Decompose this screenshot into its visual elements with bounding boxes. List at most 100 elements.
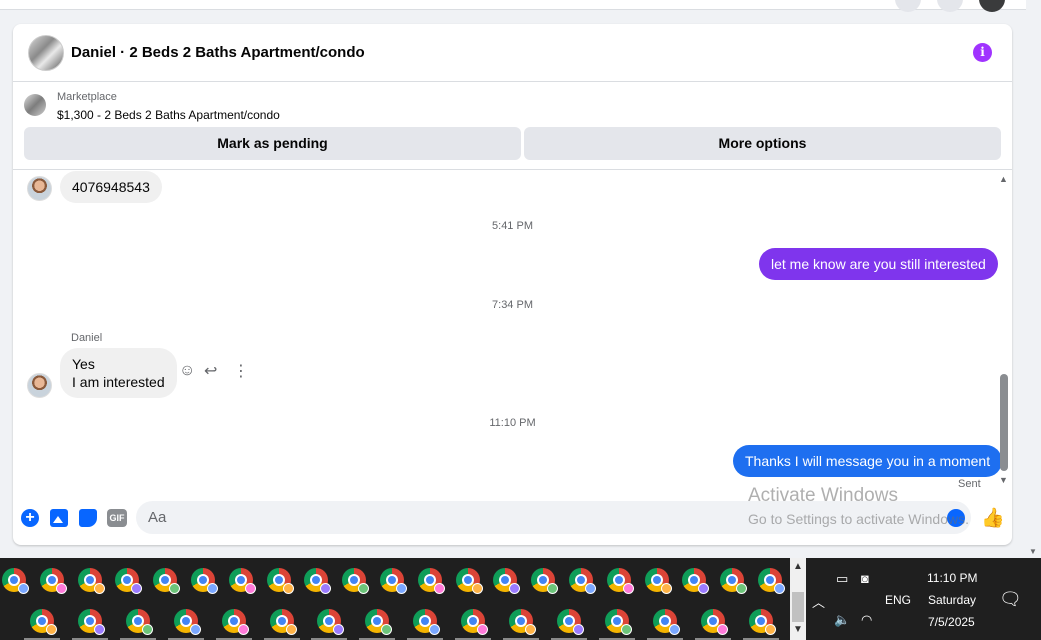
chrome-app-icon[interactable]: [30, 609, 57, 635]
more-actions-icon[interactable]: ⋮: [233, 361, 249, 381]
chrome-app-icon[interactable]: [77, 609, 105, 635]
sender-avatar[interactable]: [27, 373, 52, 398]
chrome-app-icon[interactable]: [153, 568, 181, 594]
chrome-app-icon[interactable]: [455, 568, 483, 594]
message-input[interactable]: [136, 501, 971, 534]
battery-icon[interactable]: ▭: [836, 571, 848, 587]
sender-avatar[interactable]: [27, 176, 52, 201]
scroll-up-arrow-icon[interactable]: ▲: [793, 561, 803, 572]
profile-badge-icon: [774, 583, 785, 594]
info-icon[interactable]: i: [973, 43, 992, 62]
chrome-app-icon[interactable]: [413, 609, 441, 635]
plus-icon[interactable]: +: [21, 509, 39, 527]
chrome-app-icon[interactable]: [748, 609, 776, 635]
clock-day[interactable]: Saturday: [928, 593, 976, 607]
chrome-app-icon[interactable]: [317, 609, 345, 635]
scroll-down-arrow-icon[interactable]: ▼: [1029, 547, 1037, 556]
chrome-app-icon[interactable]: [269, 609, 297, 635]
message-line: I am interested: [72, 374, 165, 390]
chrome-app-icon[interactable]: [417, 568, 445, 594]
top-strip-icon[interactable]: [937, 0, 963, 12]
sticker-icon[interactable]: [79, 509, 97, 527]
chevron-up-icon[interactable]: ︿: [812, 592, 825, 611]
chrome-app-icon[interactable]: [2, 568, 29, 594]
chrome-app-icon[interactable]: [700, 609, 728, 635]
wifi-icon[interactable]: ◠: [861, 612, 872, 628]
profile-badge-icon: [525, 624, 536, 635]
profile-badge-icon: [18, 583, 29, 594]
chrome-app-icon[interactable]: [221, 609, 249, 635]
top-strip-icon[interactable]: [895, 0, 921, 12]
emoji-icon[interactable]: [947, 509, 965, 527]
chrome-app-icon[interactable]: [652, 609, 680, 635]
chrome-app-icon[interactable]: [569, 568, 596, 594]
top-strip-avatar[interactable]: [979, 0, 1005, 12]
language-indicator[interactable]: ENG: [885, 593, 911, 607]
chrome-app-icon[interactable]: [556, 609, 584, 635]
chrome-app-icon[interactable]: [380, 568, 407, 594]
scroll-up-arrow-icon[interactable]: ▲: [999, 174, 1008, 184]
chrome-app-icon[interactable]: [606, 568, 634, 594]
chrome-app-icon[interactable]: [191, 568, 218, 594]
chrome-app-icon[interactable]: [125, 609, 153, 635]
more-options-button[interactable]: More options: [524, 127, 1001, 160]
chrome-app-icon[interactable]: [493, 568, 521, 594]
profile-badge-icon: [282, 583, 294, 594]
message-composer: + GIF 👍: [13, 500, 1012, 545]
listing-thumbnail[interactable]: [24, 94, 46, 116]
taskbar-scrollbar[interactable]: ▲ ▼: [790, 558, 806, 640]
profile-badge-icon: [716, 624, 728, 635]
photo-icon[interactable]: [50, 509, 68, 527]
message-bubble-outgoing[interactable]: let me know are you still interested: [759, 248, 998, 280]
notification-icon[interactable]: 🗨: [999, 589, 1022, 610]
message-bubble-incoming[interactable]: 4076948543: [60, 171, 162, 203]
gif-icon[interactable]: GIF: [107, 509, 127, 527]
reply-icon[interactable]: ↩: [204, 361, 217, 381]
chrome-app-icon[interactable]: [531, 568, 559, 594]
chrome-app-icon[interactable]: [720, 568, 748, 594]
profile-badge-icon: [547, 583, 559, 594]
listing-title[interactable]: $1,300 - 2 Beds 2 Baths Apartment/condo: [57, 108, 280, 122]
chrome-app-icon[interactable]: [365, 609, 393, 635]
chrome-app-icon[interactable]: [682, 568, 710, 594]
chrome-app-icon[interactable]: [644, 568, 672, 594]
scrollbar-thumb[interactable]: [1000, 374, 1008, 471]
thumbs-up-icon[interactable]: 👍: [981, 506, 1005, 530]
chrome-app-icon[interactable]: [461, 609, 489, 635]
profile-badge-icon: [429, 624, 441, 635]
chrome-app-icon[interactable]: [77, 568, 105, 594]
system-tray: ▭ ◙ ︿ ENG 🔈 ◠ 11:10 PM Saturday 7/5/2025…: [806, 558, 1041, 640]
mark-as-pending-button[interactable]: Mark as pending: [24, 127, 521, 160]
chrome-app-icon[interactable]: [758, 568, 785, 594]
page-scrollbar[interactable]: ▼: [1026, 0, 1041, 558]
camera-icon[interactable]: ◙: [861, 571, 869, 586]
conversation-title[interactable]: Daniel · 2 Beds 2 Baths Apartment/condo: [71, 44, 365, 61]
react-emoji-icon[interactable]: ☺: [179, 362, 195, 380]
chrome-app-icon[interactable]: [266, 568, 294, 594]
chrome-app-icon[interactable]: [604, 609, 632, 635]
volume-icon[interactable]: 🔈: [834, 612, 850, 628]
chrome-app-icon[interactable]: [173, 609, 201, 635]
profile-badge-icon: [93, 583, 105, 594]
chrome-app-icon[interactable]: [228, 568, 256, 594]
chat-header: Daniel · 2 Beds 2 Baths Apartment/condo …: [13, 24, 1012, 82]
chrome-app-icon[interactable]: [39, 568, 67, 594]
clock-time[interactable]: 11:10 PM: [927, 571, 977, 585]
scroll-down-arrow-icon[interactable]: ▼: [999, 475, 1008, 485]
profile-badge-icon: [285, 624, 297, 635]
chrome-app-icon[interactable]: [342, 568, 370, 594]
chrome-app-icon[interactable]: [304, 568, 332, 594]
scroll-down-arrow-icon[interactable]: ▼: [793, 624, 803, 635]
conversation-avatar[interactable]: [28, 35, 64, 71]
profile-badge-icon: [358, 583, 370, 594]
profile-badge-icon: [320, 583, 332, 594]
profile-badge-icon: [736, 583, 748, 594]
chrome-app-icon[interactable]: [115, 568, 143, 594]
clock-date[interactable]: 7/5/2025: [928, 615, 975, 629]
chrome-app-icon[interactable]: [509, 609, 536, 635]
message-bubble-outgoing[interactable]: Thanks I will message you in a moment: [733, 445, 1003, 477]
message-bubble-incoming[interactable]: Yes I am interested: [60, 348, 177, 398]
message-scrollbar[interactable]: ▲ ▼: [997, 170, 1012, 500]
scrollbar-thumb[interactable]: [792, 592, 804, 622]
profile-badge-icon: [381, 624, 393, 635]
